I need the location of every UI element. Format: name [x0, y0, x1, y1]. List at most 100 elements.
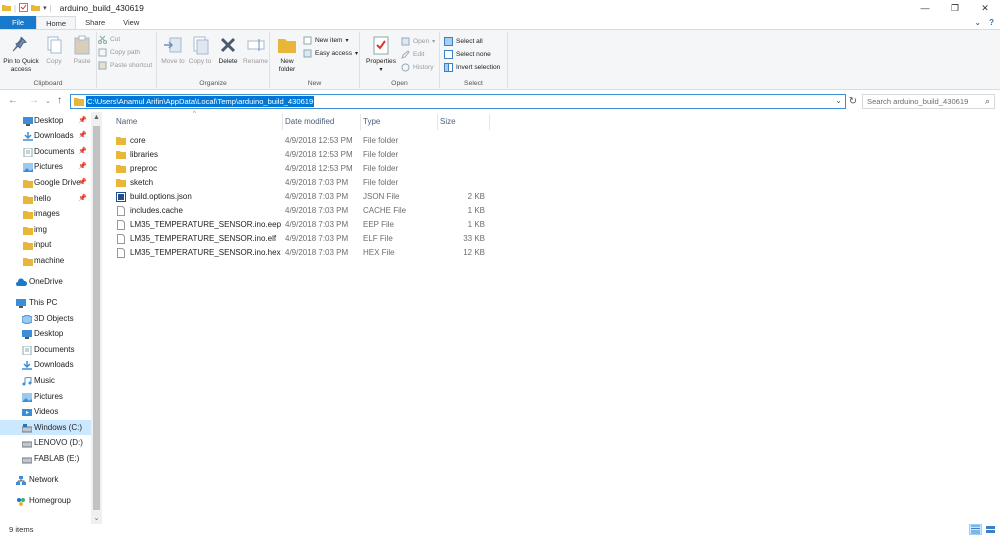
- folder-icon: [23, 256, 33, 266]
- properties-qat-icon[interactable]: [19, 2, 29, 14]
- file-date: 4/9/2018 12:53 PM: [285, 164, 353, 173]
- nav-item-hello[interactable]: hello 📌: [0, 191, 91, 206]
- copy-to-button[interactable]: Copy to: [187, 34, 213, 66]
- invert-selection-button[interactable]: Invert selection: [444, 63, 500, 72]
- nav-item-google-drive[interactable]: Google Drive 📌: [0, 175, 91, 190]
- rename-button[interactable]: Rename: [242, 34, 269, 66]
- file-row[interactable]: LM35_TEMPERATURE_SENSOR.ino.eep 4/9/2018…: [114, 218, 494, 232]
- minimize-button[interactable]: —: [910, 0, 940, 16]
- up-arrow-icon[interactable]: ↑: [57, 95, 62, 106]
- nav-item-onedrive[interactable]: OneDrive: [0, 274, 91, 289]
- address-bar[interactable]: C:\Users\Anamul Arifin\AppData\Local\Tem…: [70, 94, 846, 109]
- details-view-icon[interactable]: [969, 524, 982, 535]
- column-header-name[interactable]: Name: [116, 115, 137, 129]
- delete-button[interactable]: Delete: [215, 34, 241, 66]
- nav-item-documents[interactable]: Documents 📌: [0, 144, 91, 159]
- chevron-down-icon[interactable]: ⌄: [835, 96, 842, 105]
- file-row[interactable]: core 4/9/2018 12:53 PM File folder: [114, 134, 494, 148]
- nav-item-images[interactable]: images: [0, 206, 91, 221]
- file-row[interactable]: LM35_TEMPERATURE_SENSOR.ino.hex 4/9/2018…: [114, 246, 494, 260]
- easy-access-button[interactable]: Easy access ▾: [303, 49, 358, 58]
- clipboard-group-label: Clipboard: [33, 80, 63, 87]
- new-folder-button[interactable]: New folder: [274, 34, 300, 74]
- file-row[interactable]: LM35_TEMPERATURE_SENSOR.ino.elf 4/9/2018…: [114, 232, 494, 246]
- nav-item-input[interactable]: input: [0, 237, 91, 252]
- nav-item-pictures[interactable]: Pictures 📌: [0, 159, 91, 174]
- search-icon[interactable]: ⌕: [985, 96, 990, 107]
- tab-share[interactable]: Share: [76, 16, 114, 29]
- collapse-ribbon-icon[interactable]: ⌄: [974, 16, 981, 30]
- history-button[interactable]: History: [401, 63, 434, 72]
- nav-scrollbar[interactable]: ▲ ⌄: [91, 112, 102, 524]
- address-path[interactable]: C:\Users\Anamul Arifin\AppData\Local\Tem…: [86, 96, 315, 107]
- scroll-down-icon[interactable]: ⌄: [91, 514, 102, 522]
- pin-icon[interactable]: 📌: [78, 159, 87, 174]
- nav-item-lenovo-d[interactable]: LENOVO (D:): [0, 435, 91, 450]
- column-header-date[interactable]: Date modified: [285, 115, 334, 129]
- search-box[interactable]: Search arduino_build_430619 ⌕: [862, 94, 995, 109]
- pin-icon[interactable]: 📌: [78, 191, 87, 206]
- pin-label: Pin to Quick access: [3, 58, 39, 73]
- easy-access-icon: [303, 49, 312, 58]
- nav-item-pc-downloads[interactable]: Downloads: [0, 357, 91, 372]
- back-arrow-icon[interactable]: ←: [8, 95, 18, 106]
- forward-arrow-icon[interactable]: →: [29, 95, 39, 106]
- pin-icon[interactable]: 📌: [78, 175, 87, 190]
- nav-item-desktop[interactable]: Desktop 📌: [0, 113, 91, 128]
- large-icons-view-icon[interactable]: [984, 524, 997, 535]
- select-none-button[interactable]: Select none: [444, 50, 491, 59]
- column-divider[interactable]: [282, 114, 283, 130]
- move-to-button[interactable]: Move to: [160, 34, 186, 66]
- column-divider[interactable]: [437, 114, 438, 130]
- nav-item-network[interactable]: Network: [0, 472, 91, 487]
- nav-item-fablab-e[interactable]: FABLAB (E:): [0, 451, 91, 466]
- new-group-label: New: [307, 80, 322, 87]
- scroll-up-icon[interactable]: ▲: [91, 114, 102, 121]
- folder-icon: [116, 136, 126, 146]
- tab-file[interactable]: File: [0, 16, 37, 29]
- nav-item-homegroup[interactable]: Homegroup: [0, 493, 91, 508]
- help-icon[interactable]: ?: [989, 16, 994, 30]
- search-placeholder: Search arduino_build_430619: [867, 97, 969, 106]
- edit-button[interactable]: Edit: [401, 50, 424, 59]
- refresh-icon[interactable]: ↻: [846, 94, 860, 109]
- new-folder-qat-icon[interactable]: [31, 3, 41, 14]
- tab-home[interactable]: Home: [36, 16, 77, 29]
- copy-button[interactable]: Copy: [41, 34, 67, 66]
- new-item-button[interactable]: New item ▾: [303, 36, 349, 45]
- customize-qat-icon[interactable]: ▾: [43, 4, 47, 12]
- scrollbar-thumb[interactable]: [93, 126, 100, 510]
- pin-icon[interactable]: 📌: [78, 113, 87, 128]
- nav-item-machine[interactable]: machine: [0, 253, 91, 268]
- paste-button[interactable]: Paste: [69, 34, 95, 66]
- open-button[interactable]: Open ▾: [401, 37, 435, 46]
- nav-item-pc-desktop[interactable]: Desktop: [0, 326, 91, 341]
- file-row[interactable]: libraries 4/9/2018 12:53 PM File folder: [114, 148, 494, 162]
- tab-view[interactable]: View: [114, 16, 148, 29]
- column-header-size[interactable]: Size: [440, 115, 456, 129]
- nav-item-pc-pictures[interactable]: Pictures: [0, 389, 91, 404]
- nav-item-windows-c[interactable]: Windows (C:): [0, 420, 91, 435]
- properties-button[interactable]: Properties ▾: [363, 34, 399, 74]
- column-divider[interactable]: [360, 114, 361, 130]
- column-header-type[interactable]: Type: [363, 115, 380, 129]
- maximize-button[interactable]: ❐: [940, 0, 970, 16]
- close-button[interactable]: ✕: [970, 0, 1000, 16]
- select-all-button[interactable]: Select all: [444, 37, 483, 46]
- pin-icon[interactable]: 📌: [78, 128, 87, 143]
- file-row[interactable]: sketch 4/9/2018 7:03 PM File folder: [114, 176, 494, 190]
- recent-locations-icon[interactable]: ⌄: [45, 97, 51, 105]
- column-divider[interactable]: [489, 114, 490, 130]
- nav-item-pc-documents[interactable]: Documents: [0, 342, 91, 357]
- file-row[interactable]: preproc 4/9/2018 12:53 PM File folder: [114, 162, 494, 176]
- nav-item-this-pc[interactable]: This PC: [0, 295, 91, 310]
- pin-icon[interactable]: 📌: [78, 144, 87, 159]
- file-row[interactable]: includes.cache 4/9/2018 7:03 PM CACHE Fi…: [114, 204, 494, 218]
- nav-item-music[interactable]: Music: [0, 373, 91, 388]
- nav-item-img[interactable]: img: [0, 222, 91, 237]
- file-row[interactable]: build.options.json 4/9/2018 7:03 PM JSON…: [114, 190, 494, 204]
- nav-item-downloads[interactable]: Downloads 📌: [0, 128, 91, 143]
- pin-quick-access-button[interactable]: Pin to Quick access: [3, 34, 39, 74]
- nav-item-3d-objects[interactable]: 3D Objects: [0, 311, 91, 326]
- nav-item-videos[interactable]: Videos: [0, 404, 91, 419]
